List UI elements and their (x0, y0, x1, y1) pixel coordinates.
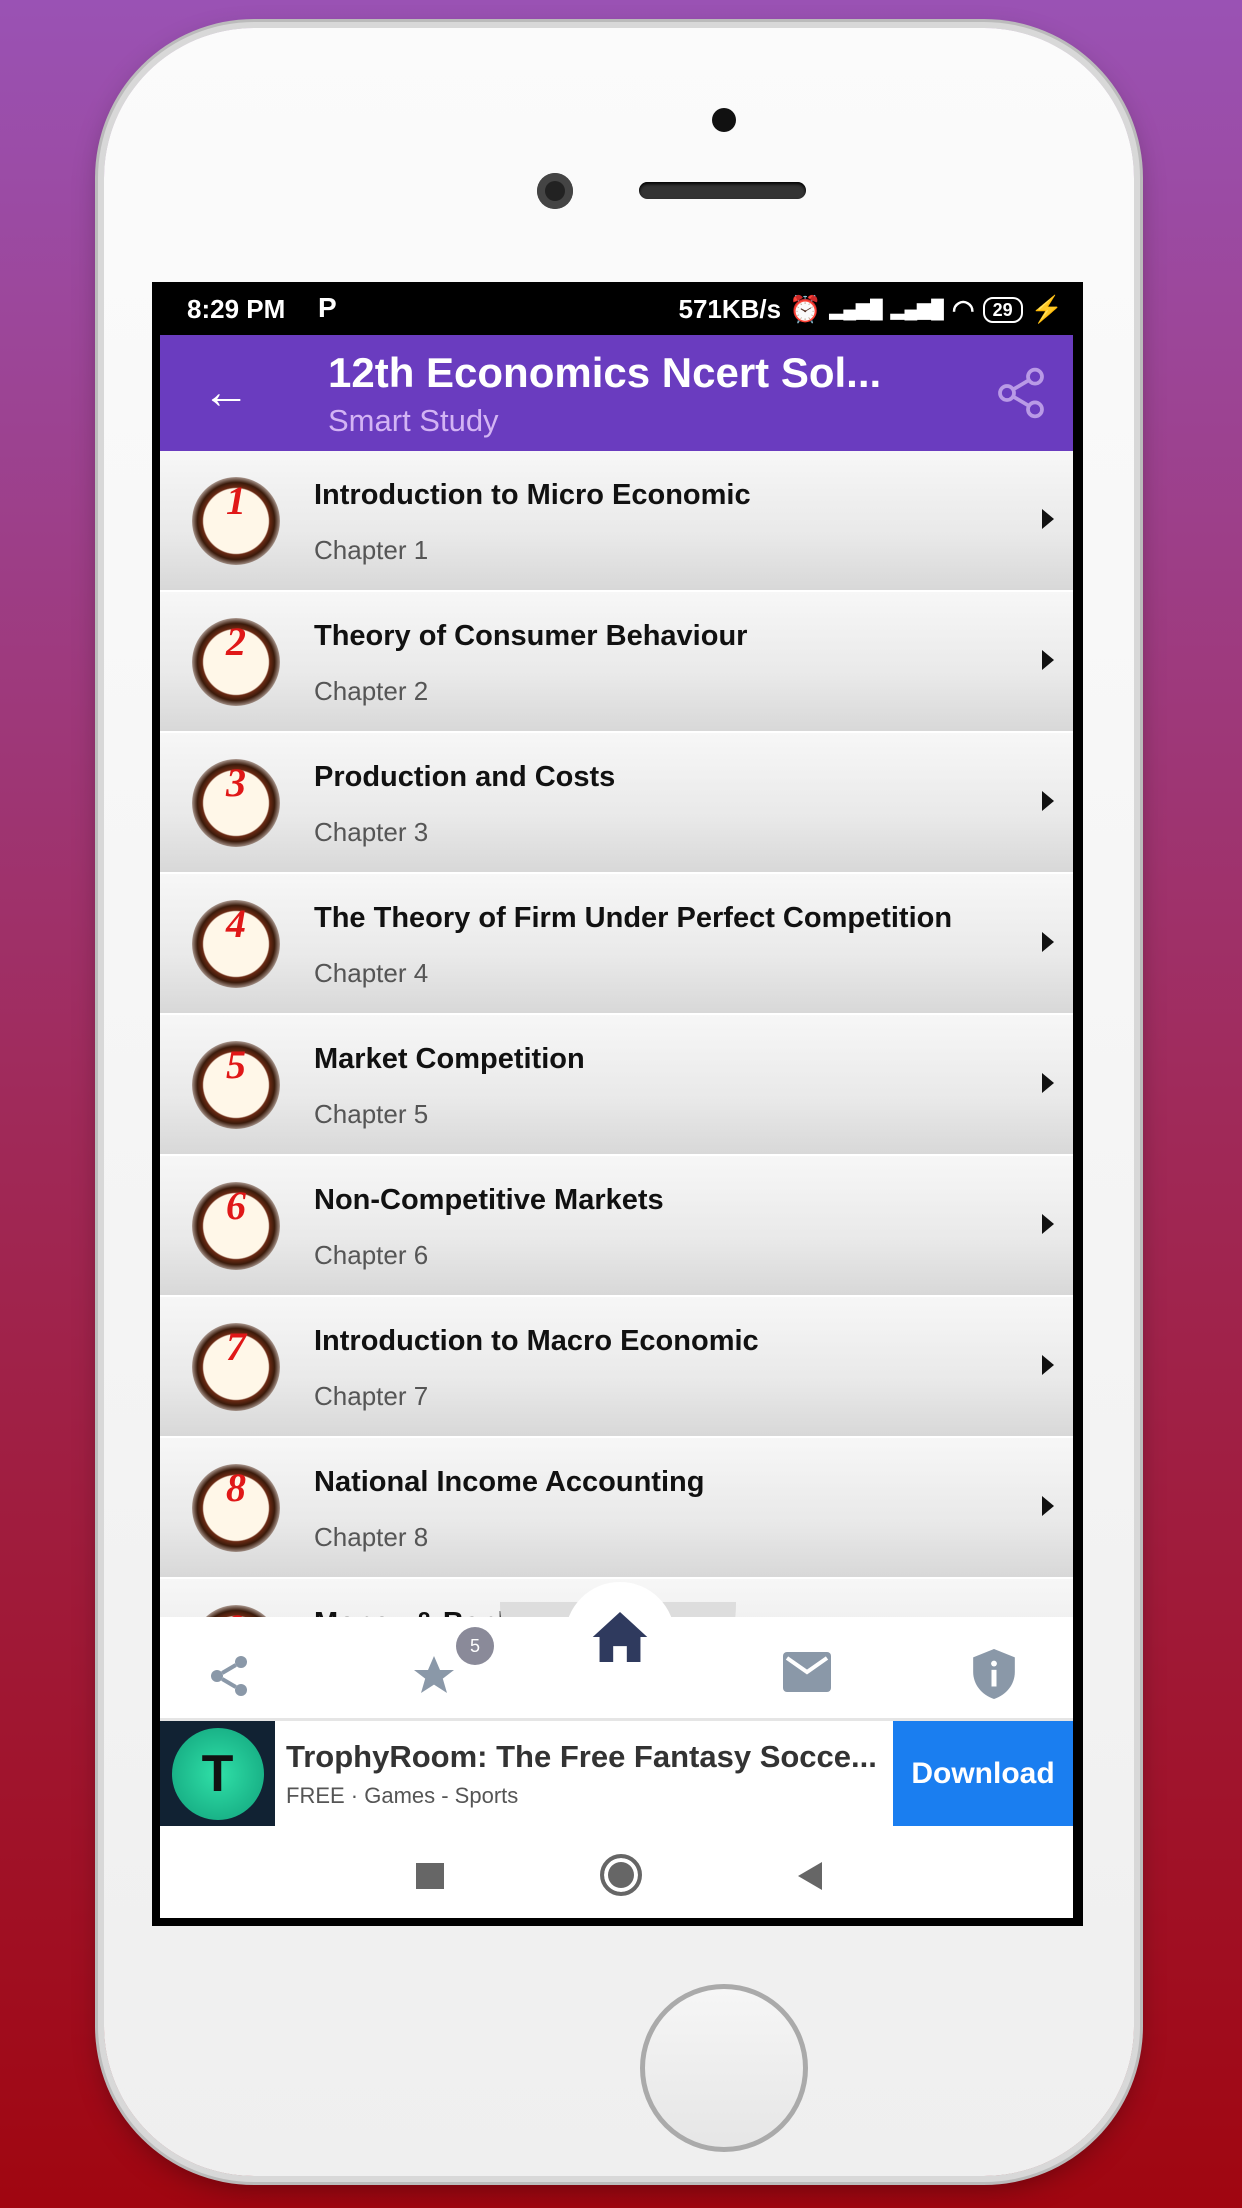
chapter-subtitle: Chapter 2 (314, 676, 429, 706)
chapter-subtitle: Chapter 7 (314, 1381, 429, 1411)
network-speed: 571KB/s (678, 294, 782, 324)
chevron-right-icon (1042, 1214, 1054, 1234)
ad-title[interactable]: TrophyRoom: The Free Fantasy Socce... (286, 1739, 877, 1775)
home-icon (592, 1612, 648, 1662)
page-subtitle: Smart Study (328, 403, 499, 438)
notification-icon: P (318, 292, 337, 323)
chapter-number: 7 (226, 1324, 246, 1369)
chapter-subtitle: Chapter 1 (314, 535, 429, 565)
signal-icon: ▂▄▆█ (829, 299, 883, 319)
chapter-number-badge-icon: 3 (192, 759, 280, 847)
chevron-right-icon (1042, 1496, 1054, 1516)
chapter-number: 6 (226, 1183, 246, 1228)
chapter-subtitle: Chapter 8 (314, 1522, 429, 1552)
chapter-number: 3 (226, 760, 246, 805)
back-arrow-icon[interactable]: ← (202, 365, 250, 420)
chevron-right-icon (1042, 650, 1054, 670)
chapter-title: Non-Competitive Markets (314, 1184, 664, 1216)
chapter-subtitle: Chapter 6 (314, 1240, 429, 1270)
mail-icon[interactable] (782, 1652, 832, 1692)
chapter-title: Introduction to Micro Economic (314, 479, 751, 511)
app-bar: ← 12th Economics Ncert Sol... Smart Stud… (160, 335, 1073, 451)
ad-banner[interactable]: T TrophyRoom: The Free Fantasy Socce... … (160, 1718, 1073, 1826)
ad-subtitle: FREE · Games - Sports (286, 1783, 519, 1808)
status-bar: 8:29 PM P 571KB/s ⏰ ▂▄▆█ ▂▄▆█ ◠ 29 ⚡ (160, 282, 1073, 335)
chapter-title: The Theory of Firm Under Perfect Competi… (314, 902, 953, 934)
status-time: 8:29 PM (187, 294, 286, 324)
chapter-subtitle: Chapter 3 (314, 817, 429, 847)
chapter-number-badge-icon: 4 (192, 900, 280, 988)
home-button[interactable] (565, 1582, 675, 1692)
chapter-number-badge-icon: 8 (192, 1464, 280, 1552)
chapter-number-badge-icon: 1 (192, 477, 280, 565)
chapter-list-item[interactable]: 5 Market Competition Chapter 5 (160, 1015, 1073, 1156)
front-camera (537, 173, 573, 209)
favorites-count-badge: 5 (456, 1627, 494, 1665)
chapter-list: 1 Introduction to Micro Economic Chapter… (160, 451, 1073, 1720)
chapter-list-item[interactable]: 7 Introduction to Macro Economic Chapter… (160, 1297, 1073, 1438)
earpiece-speaker (639, 182, 806, 199)
screen: 8:29 PM P 571KB/s ⏰ ▂▄▆█ ▂▄▆█ ◠ 29 ⚡ ← 1… (160, 282, 1073, 1918)
chapter-title: Introduction to Macro Economic (314, 1325, 759, 1357)
signal-icon-2: ▂▄▆█ (890, 299, 944, 319)
chapter-subtitle: Chapter 4 (314, 958, 429, 988)
system-navigation-bar (160, 1826, 1073, 1918)
chapter-subtitle: Chapter 5 (314, 1099, 429, 1129)
chapter-list-item[interactable]: 4 The Theory of Firm Under Perfect Compe… (160, 874, 1073, 1015)
chapter-title: National Income Accounting (314, 1466, 705, 1498)
wifi-icon: ◠ (951, 294, 975, 324)
chapter-number-badge-icon: 6 (192, 1182, 280, 1270)
alarm-icon: ⏰ (789, 294, 822, 324)
share-icon[interactable] (205, 1652, 253, 1700)
chapter-number-badge-icon: 2 (192, 618, 280, 706)
chevron-right-icon (1042, 1073, 1054, 1093)
chapter-list-item[interactable]: 8 National Income Accounting Chapter 8 (160, 1438, 1073, 1579)
chapter-number: 8 (226, 1465, 246, 1510)
chapter-number: 5 (226, 1042, 246, 1087)
chapter-list-item[interactable]: 2 Theory of Consumer Behaviour Chapter 2 (160, 592, 1073, 733)
download-button[interactable]: Download (893, 1721, 1073, 1826)
system-home-button[interactable] (600, 1854, 642, 1896)
chevron-right-icon (1042, 1355, 1054, 1375)
star-icon[interactable] (410, 1652, 458, 1700)
charging-icon: ⚡ (1030, 294, 1063, 324)
info-shield-icon[interactable] (972, 1649, 1016, 1699)
chapter-number-badge-icon: 5 (192, 1041, 280, 1129)
system-back-button[interactable] (798, 1862, 822, 1890)
chapter-title: Theory of Consumer Behaviour (314, 620, 748, 652)
battery-icon: 29 (982, 296, 1023, 323)
chapter-number: 1 (226, 478, 246, 523)
recents-button[interactable] (416, 1863, 444, 1889)
chapter-number: 2 (226, 619, 246, 664)
chapter-list-item[interactable]: 3 Production and Costs Chapter 3 (160, 733, 1073, 874)
page-title: 12th Economics Ncert Sol... (328, 349, 882, 396)
chevron-right-icon (1042, 932, 1054, 952)
chapter-title: Production and Costs (314, 761, 616, 793)
sensor-dot (712, 108, 736, 132)
chevron-right-icon (1042, 791, 1054, 811)
ad-app-icon: T (160, 1721, 275, 1826)
chapter-list-item[interactable]: 6 Non-Competitive Markets Chapter 6 (160, 1156, 1073, 1297)
hardware-home-button[interactable] (640, 1984, 808, 2152)
chapter-list-item[interactable]: 1 Introduction to Micro Economic Chapter… (160, 451, 1073, 592)
chevron-right-icon (1042, 509, 1054, 529)
share-icon[interactable] (993, 365, 1049, 421)
chapter-number: 4 (226, 901, 246, 946)
chapter-number-badge-icon: 7 (192, 1323, 280, 1411)
chapter-title: Market Competition (314, 1043, 585, 1075)
